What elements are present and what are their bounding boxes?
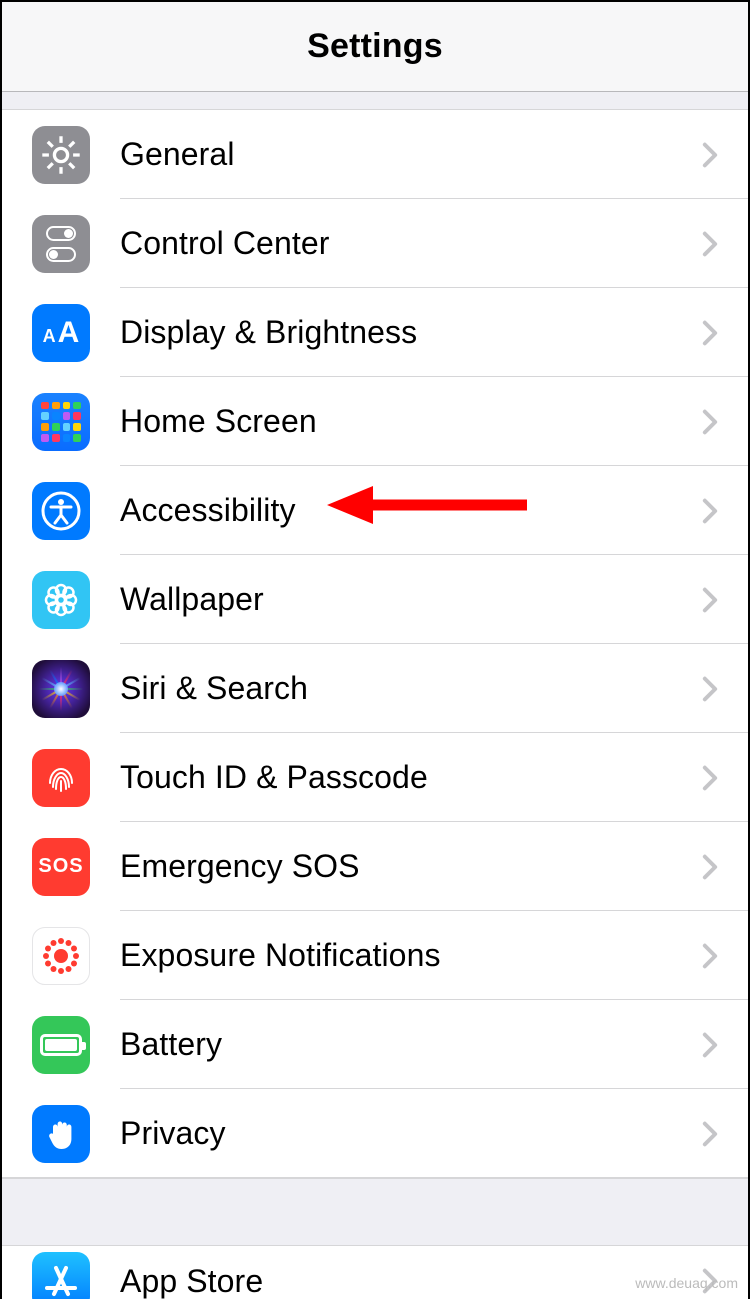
chevron-right-icon — [690, 911, 730, 1000]
chevron-right-icon — [690, 644, 730, 733]
row-siri-search[interactable]: Siri & Search — [2, 644, 748, 733]
sos-icon: SOS — [32, 838, 90, 896]
battery-icon — [32, 1016, 90, 1074]
chevron-right-icon — [690, 377, 730, 466]
row-exposure-notifications[interactable]: Exposure Notifications — [2, 911, 748, 1000]
row-display-brightness[interactable]: AA Display & Brightness — [2, 288, 748, 377]
row-label: Battery — [120, 1026, 690, 1063]
row-label: Display & Brightness — [120, 314, 690, 351]
row-app-store[interactable]: App Store — [2, 1246, 748, 1299]
chevron-right-icon — [690, 199, 730, 288]
toggles-icon — [32, 215, 90, 273]
exposure-icon — [32, 927, 90, 985]
row-label: Wallpaper — [120, 581, 690, 618]
chevron-right-icon — [690, 288, 730, 377]
text-size-icon: AA — [32, 304, 90, 362]
hand-icon — [32, 1105, 90, 1163]
chevron-right-icon — [690, 822, 730, 911]
nav-header: Settings — [2, 2, 748, 92]
row-wallpaper[interactable]: Wallpaper — [2, 555, 748, 644]
siri-icon — [32, 660, 90, 718]
chevron-right-icon — [690, 555, 730, 644]
flower-icon — [32, 571, 90, 629]
section-gap — [2, 1178, 748, 1246]
row-label: Control Center — [120, 225, 690, 262]
gear-icon — [32, 126, 90, 184]
row-label: App Store — [120, 1263, 690, 1299]
settings-list-2: App Store — [2, 1246, 748, 1299]
row-label: Home Screen — [120, 403, 690, 440]
chevron-right-icon — [690, 1089, 730, 1178]
row-general[interactable]: General — [2, 110, 748, 199]
watermark: www.deuaq.com — [635, 1275, 738, 1291]
accessibility-icon — [32, 482, 90, 540]
chevron-right-icon — [690, 110, 730, 199]
row-control-center[interactable]: Control Center — [2, 199, 748, 288]
row-emergency-sos[interactable]: SOS Emergency SOS — [2, 822, 748, 911]
row-label: General — [120, 136, 690, 173]
row-label: Accessibility — [120, 492, 690, 529]
row-label: Privacy — [120, 1115, 690, 1152]
row-label: Siri & Search — [120, 670, 690, 707]
app-store-icon — [32, 1252, 90, 1299]
section-gap-top — [2, 92, 748, 110]
settings-list-1: General Control Center AA Display & Brig… — [2, 110, 748, 1178]
row-home-screen[interactable]: Home Screen — [2, 377, 748, 466]
chevron-right-icon — [690, 466, 730, 555]
row-battery[interactable]: Battery — [2, 1000, 748, 1089]
row-label: Touch ID & Passcode — [120, 759, 690, 796]
app-grid-icon — [32, 393, 90, 451]
chevron-right-icon — [690, 1000, 730, 1089]
row-privacy[interactable]: Privacy — [2, 1089, 748, 1178]
chevron-right-icon — [690, 1246, 730, 1299]
page-title: Settings — [307, 27, 443, 66]
row-accessibility[interactable]: Accessibility — [2, 466, 748, 555]
chevron-right-icon — [690, 733, 730, 822]
row-label: Exposure Notifications — [120, 937, 690, 974]
row-touch-id-passcode[interactable]: Touch ID & Passcode — [2, 733, 748, 822]
fingerprint-icon — [32, 749, 90, 807]
row-label: Emergency SOS — [120, 848, 690, 885]
